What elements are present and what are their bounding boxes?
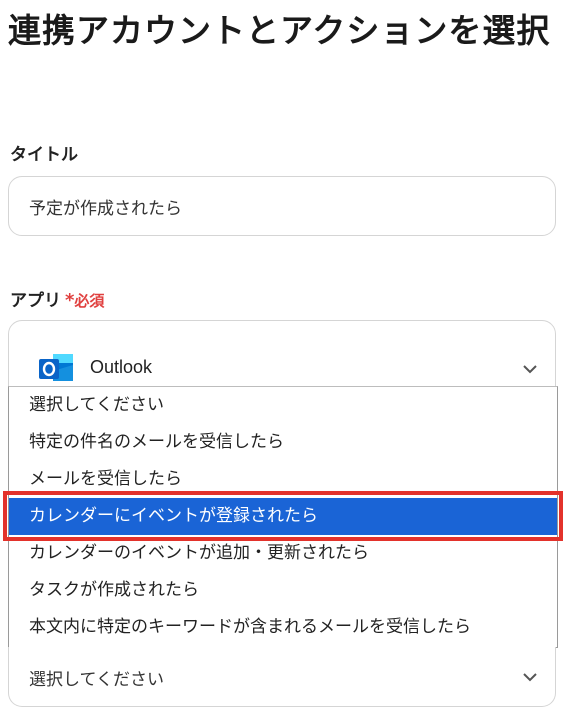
title-input[interactable] <box>8 176 556 236</box>
action-select-value: 選択してください <box>29 670 164 690</box>
required-text: 必須 <box>74 292 105 310</box>
action-dropdown-list[interactable]: 選択してください 特定の件名のメールを受信したら メールを受信したら カレンダー… <box>8 386 558 648</box>
dropdown-option[interactable]: カレンダーのイベントが追加・更新されたら <box>9 535 557 572</box>
app-name: Outlook <box>90 357 153 377</box>
title-field-label: タイトル <box>10 145 78 165</box>
page-title: 連携アカウントとアクションを選択 <box>8 11 551 50</box>
dropdown-option[interactable]: 本文内に特定のキーワードが含まれるメールを受信したら <box>9 609 557 646</box>
chevron-down-icon[interactable] <box>521 363 539 375</box>
dropdown-option[interactable]: 特定の件名のメールを受信したら <box>9 424 557 461</box>
app-field-label: アプリ *必須 <box>10 286 104 311</box>
dropdown-option[interactable]: メールを受信したら <box>9 461 557 498</box>
dropdown-option[interactable]: タスクが作成されたら <box>9 572 557 609</box>
dropdown-option[interactable]: 選択してください <box>9 387 557 424</box>
outlook-logo-icon <box>39 354 73 381</box>
required-asterisk: * <box>65 290 75 311</box>
dropdown-option-selected[interactable]: カレンダーにイベントが登録されたら <box>9 498 557 535</box>
app-label-text: アプリ <box>10 291 61 311</box>
action-select[interactable]: 選択してください <box>8 647 556 707</box>
chevron-down-icon[interactable] <box>521 671 539 683</box>
